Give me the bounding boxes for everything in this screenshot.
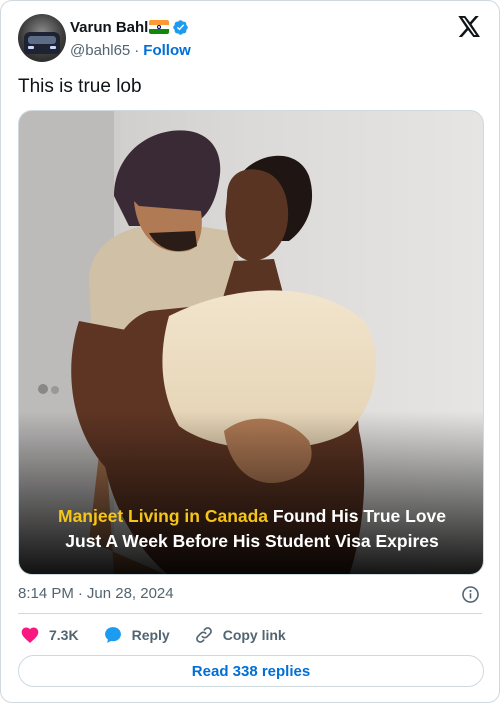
link-icon [195,627,212,643]
tweet-date: Jun 28, 2024 [86,585,174,602]
copy-link-button[interactable]: Copy link [194,625,286,645]
tweet-media-image[interactable]: Manjeet Living in Canada Found His True … [18,110,484,575]
handle-row: @bahl65 · Follow [70,40,191,60]
media-caption-line1: Manjeet Living in Canada Found His True … [58,506,446,526]
avatar-car-shape [24,32,60,54]
tweet-card: Varun Bahl @bahl65 · Follow This is true… [0,0,500,703]
x-logo-icon[interactable] [458,16,481,37]
handle-separator: · [134,41,140,59]
heart-icon [21,627,39,643]
reply-button[interactable]: Reply [103,625,170,645]
tweet-header: Varun Bahl @bahl65 · Follow [18,14,483,62]
like-count: 7.3K [49,627,79,643]
avatar-lamp-right [50,46,56,49]
reply-label: Reply [131,627,170,643]
reply-bubble-icon [104,627,121,643]
india-flag-icon [149,20,170,34]
like-button[interactable]: 7.3K [20,625,79,645]
name-row: Varun Bahl [70,17,191,37]
display-name[interactable]: Varun Bahl [70,19,148,36]
author-handle[interactable]: @bahl65 [70,42,130,59]
info-icon[interactable] [461,585,480,604]
actions-divider [18,613,482,614]
tweet-time: 8:14 PM [18,585,74,602]
read-replies-button[interactable]: Read 338 replies [18,655,484,687]
media-caption-line2: Just A Week Before His Student Visa Expi… [65,531,439,551]
author-names: Varun Bahl @bahl65 · Follow [70,17,191,60]
timestamp-separator: · [77,585,83,602]
tweet-text: This is true lob [18,76,142,97]
avatar-lamp-left [28,46,34,49]
verified-badge-icon [173,19,189,35]
media-caption-highlight: Manjeet Living in Canada [58,506,268,526]
media-photo: Manjeet Living in Canada Found His True … [19,111,483,574]
media-caption-line1-rest: Found His True Love [268,506,446,526]
avatar[interactable] [18,14,66,62]
tweet-timestamp[interactable]: 8:14 PM · Jun 28, 2024 [18,585,174,602]
tweet-actions-bar: 7.3K Reply Copy link [20,622,310,648]
copy-link-label: Copy link [222,627,286,643]
follow-button[interactable]: Follow [143,42,191,59]
